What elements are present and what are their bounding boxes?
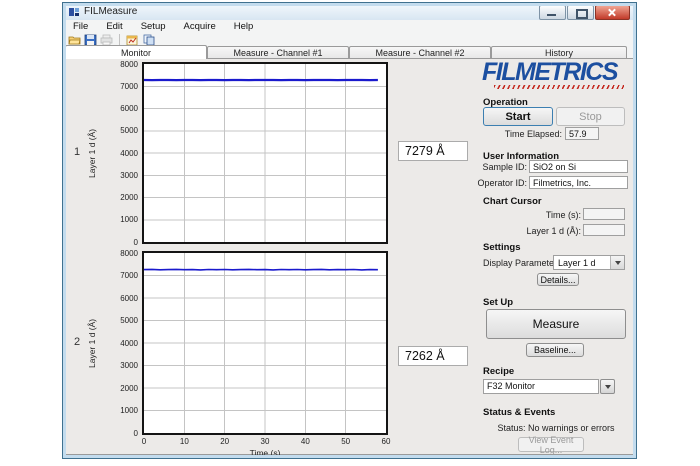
menu-bar: File Edit Setup Acquire Help — [64, 20, 635, 33]
y-tick-label: 1000 — [102, 406, 138, 415]
maximize-button[interactable] — [567, 5, 594, 20]
status-events-header: Status & Events — [483, 407, 555, 418]
filmetrics-logo-text: FILMETRICS — [482, 60, 630, 85]
operator-id-input[interactable] — [529, 176, 628, 189]
y-tick-label: 7000 — [102, 82, 138, 91]
close-button[interactable] — [595, 5, 630, 20]
menu-edit[interactable]: Edit — [97, 21, 131, 32]
y-tick-label: 5000 — [102, 316, 138, 325]
recipe-dropdown-button[interactable] — [600, 379, 615, 394]
settings-header: Settings — [483, 242, 520, 253]
cursor-time-label: Time (s): — [482, 210, 581, 220]
y-tick-label: 1000 — [102, 215, 138, 224]
y-axis-tick-labels-chart-1: 010002000300040005000600070008000 — [104, 64, 140, 242]
display-parameter-value: Layer 1 d — [558, 258, 596, 268]
x-tick-label: 50 — [334, 437, 358, 446]
y-tick-label: 4000 — [102, 339, 138, 348]
set-up-header: Set Up — [483, 297, 513, 308]
y-tick-label: 5000 — [102, 126, 138, 135]
app-window: FILMeasure File Edit Setup Acquire Help — [62, 2, 637, 459]
toolbar-separator — [119, 34, 120, 45]
status-text: Status: No warnings or errors — [483, 423, 629, 433]
recipe-header: Recipe — [483, 366, 514, 377]
copy-icon[interactable] — [142, 34, 155, 46]
tab-monitor[interactable]: Monitor — [65, 45, 207, 59]
x-tick-label: 10 — [172, 437, 196, 446]
thickness-readout-channel-1: 7279 Å — [398, 141, 468, 161]
stop-button: Stop — [556, 107, 625, 126]
y-tick-label: 2000 — [102, 384, 138, 393]
screenshot-canvas: FILMeasure File Edit Setup Acquire Help — [0, 0, 700, 466]
tab-strip: Monitor Measure - Channel #1 Measure - C… — [65, 45, 634, 59]
x-tick-label: 20 — [213, 437, 237, 446]
measure-button[interactable]: Measure — [486, 309, 626, 339]
window-title: FILMeasure — [84, 6, 137, 17]
y-tick-label: 2000 — [102, 193, 138, 202]
y-tick-label: 3000 — [102, 171, 138, 180]
sample-id-label: Sample ID: — [442, 162, 527, 172]
y-tick-label: 6000 — [102, 104, 138, 113]
x-axis-tick-labels-chart-2: 0102030405060 — [144, 437, 386, 447]
chart-cursor-header: Chart Cursor — [483, 196, 542, 207]
data-series-line — [144, 269, 378, 270]
y-tick-label: 0 — [102, 238, 138, 247]
channel-2-number: 2 — [70, 336, 84, 348]
cursor-layer-field — [583, 224, 625, 236]
chart-export-icon[interactable] — [126, 34, 139, 46]
print-icon[interactable] — [100, 34, 113, 46]
save-icon[interactable] — [84, 34, 97, 46]
details-button[interactable]: Details... — [537, 273, 579, 286]
display-parameter-label: Display Parameter: — [483, 258, 560, 268]
baseline-button[interactable]: Baseline... — [526, 343, 584, 357]
x-tick-label: 0 — [132, 437, 156, 446]
y-axis-title-chart-2: Layer 1 d (Å) — [86, 253, 98, 433]
display-parameter-select[interactable]: Layer 1 d — [553, 255, 625, 270]
menu-setup[interactable]: Setup — [132, 21, 175, 32]
x-axis-title: Time (s) — [144, 448, 386, 458]
cursor-layer-label: Layer 1 d (Å): — [467, 226, 581, 236]
channel-1-number: 1 — [70, 146, 84, 158]
time-elapsed-label: Time Elapsed: — [462, 129, 562, 139]
time-elapsed-field — [565, 127, 599, 140]
title-bar: FILMeasure — [63, 3, 636, 20]
menu-help[interactable]: Help — [225, 21, 263, 32]
recipe-value-field[interactable]: F32 Monitor — [483, 379, 599, 394]
cursor-time-field — [583, 208, 625, 220]
operator-id-label: Operator ID: — [442, 178, 527, 188]
y-tick-label: 6000 — [102, 294, 138, 303]
filmetrics-logo: FILMETRICS — [482, 60, 630, 89]
chevron-down-icon — [610, 256, 624, 269]
minimize-button[interactable] — [539, 5, 566, 20]
thickness-readout-channel-2: 7262 Å — [398, 346, 468, 366]
start-button[interactable]: Start — [483, 107, 553, 126]
y-tick-label: 8000 — [102, 60, 138, 69]
menu-acquire[interactable]: Acquire — [175, 21, 225, 32]
x-tick-label: 40 — [293, 437, 317, 446]
app-icon — [69, 7, 80, 17]
y-axis-tick-labels-chart-2: 010002000300040005000600070008000 — [104, 253, 140, 433]
x-tick-label: 60 — [374, 437, 398, 446]
plot-area-chart-1[interactable] — [142, 62, 388, 244]
x-tick-label: 30 — [253, 437, 277, 446]
y-tick-label: 7000 — [102, 271, 138, 280]
open-file-icon[interactable] — [68, 34, 81, 46]
y-axis-title-chart-1: Layer 1 d (Å) — [86, 64, 98, 242]
plot-area-chart-2[interactable] — [142, 251, 388, 435]
view-event-log-button: View Event Log... — [518, 437, 584, 452]
sample-id-input[interactable] — [529, 160, 628, 173]
y-tick-label: 4000 — [102, 149, 138, 158]
menu-file[interactable]: File — [64, 21, 97, 32]
y-tick-label: 3000 — [102, 361, 138, 370]
y-tick-label: 8000 — [102, 249, 138, 258]
window-controls — [539, 5, 630, 20]
